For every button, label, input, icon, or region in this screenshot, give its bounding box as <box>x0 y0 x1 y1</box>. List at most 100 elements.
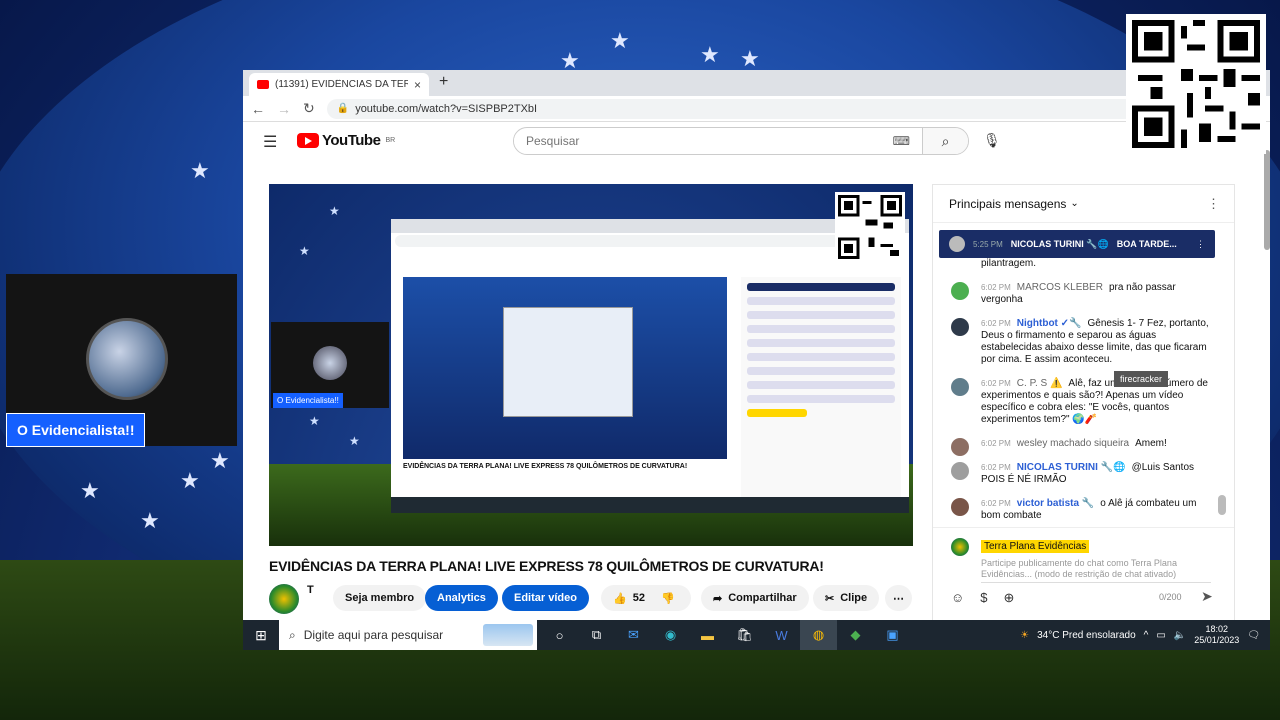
search-input[interactable] <box>514 134 881 148</box>
emoji-icon[interactable]: ☺ <box>951 590 964 606</box>
pinned-message[interactable]: 5:25 PM NICOLAS TURINI 🔧🌐 BOA TARDE... ⋮ <box>939 230 1215 258</box>
task-view-icon[interactable]: ⧉ <box>578 620 615 650</box>
youtube-header: ☰ YouTube BR ⌨ ⌕ 🎙 <box>243 122 1270 160</box>
channel-name[interactable]: T <box>307 584 314 596</box>
message-text: Amem! <box>1135 438 1167 449</box>
chrome-icon[interactable]: ◍ <box>800 620 837 650</box>
page-scrollbar[interactable] <box>1264 150 1270 250</box>
message-time: 6:02 PM <box>981 319 1011 328</box>
avatar <box>951 498 969 516</box>
edit-video-button[interactable]: Editar vídeo <box>502 585 589 611</box>
windows-start-icon[interactable]: ⊞ <box>243 627 279 644</box>
add-icon[interactable]: ⊕ <box>1004 590 1015 606</box>
message-time: 6:02 PM <box>981 283 1011 292</box>
chat-scrollbar[interactable] <box>1218 495 1226 515</box>
volume-icon[interactable]: 🔈 <box>1174 630 1186 641</box>
close-icon[interactable]: × <box>414 78 421 92</box>
message-text: pilantragem. <box>981 258 1037 269</box>
clip-button[interactable]: ✂ Clipe <box>813 585 880 611</box>
network-icon[interactable]: ▭ <box>1156 630 1165 641</box>
word-icon[interactable]: W <box>763 620 800 650</box>
store-icon[interactable]: 🛍 <box>726 620 763 650</box>
url-text: youtube.com/watch?v=SISPBP2TXbI <box>355 102 538 115</box>
youtube-logo[interactable]: YouTube BR <box>297 132 395 149</box>
forward-icon[interactable]: → <box>277 101 291 117</box>
video-title: EVIDÊNCIAS DA TERRA PLANA! LIVE EXPRESS … <box>269 558 824 574</box>
cortana-icon[interactable]: ○ <box>541 620 578 650</box>
more-actions-icon[interactable]: ⋯ <box>885 585 912 611</box>
video-player[interactable]: ★ ★ ★ ★ O Evidencialista!! EVIDÊNCIAS DA… <box>269 184 913 546</box>
kebab-menu-icon[interactable]: ⋮ <box>1196 239 1205 250</box>
analytics-button[interactable]: Analytics <box>425 585 498 611</box>
chat-input-area: Terra Plana Evidências Participe publica… <box>933 527 1234 623</box>
chat-message: 6:02 PM C. P. S ⚠️Alê, faz um ... ndo o n… <box>933 375 1223 429</box>
new-tab-button[interactable]: + <box>439 73 448 91</box>
address-bar-row: ← → ↻ 🔒 youtube.com/watch?v=SISPBP2TXbI <box>243 96 1270 122</box>
share-label: Compartilhar <box>728 592 797 604</box>
message-author[interactable]: wesley machado siqueira <box>1017 438 1129 449</box>
star-icon: ★ <box>610 28 630 53</box>
clock[interactable]: 18:02 25/01/2023 <box>1194 624 1239 646</box>
avatar <box>951 438 969 456</box>
super-chat-icon[interactable]: $ <box>980 590 987 606</box>
inner-video <box>403 277 727 459</box>
mic-icon[interactable]: 🎙 <box>983 132 1001 149</box>
scissors-icon: ✂ <box>825 592 835 605</box>
message-author[interactable]: NICOLAS TURINI 🔧🌐 <box>1017 462 1126 473</box>
reload-icon[interactable]: ↻ <box>303 100 315 117</box>
edge-icon[interactable]: ◉ <box>652 620 689 650</box>
channel-avatar[interactable] <box>269 584 299 614</box>
message-time: 6:02 PM <box>981 379 1011 388</box>
avatar <box>951 318 969 336</box>
taskbar-apps: ○ ⧉ ✉ ◉ ▬ 🛍 W ◍ ◆ ▣ <box>541 620 911 650</box>
chat-message: 6:02 PM Nightbot ✓🔧 Gênesis 1- 7 Fez, port… <box>933 315 1223 369</box>
message-author[interactable]: victor batista 🔧 <box>1017 498 1094 509</box>
chevron-up-icon[interactable]: ^ <box>1144 630 1149 641</box>
message-author[interactable]: Nightbot ✓🔧 <box>1017 318 1082 329</box>
chat-input[interactable]: Participe publicamente do chat como Terr… <box>981 558 1211 583</box>
app-icon[interactable]: ◆ <box>837 620 874 650</box>
notifications-icon[interactable]: 🗨 <box>1247 630 1260 641</box>
avatar <box>951 538 969 556</box>
star-icon: ★ <box>80 478 100 503</box>
chat-header[interactable]: Principais mensagens ⌄ ⋮ <box>933 185 1234 223</box>
message-author[interactable]: MARCOS KLEBER <box>1017 282 1103 293</box>
clip-label: Clipe <box>840 592 868 604</box>
message-author[interactable]: C. P. S ⚠️ <box>1017 378 1063 389</box>
star-icon: ★ <box>560 48 580 73</box>
tab-title: (11391) EVIDÊNCIAS DA TERRA P <box>275 79 408 90</box>
chat-message: 6:02 PM wesley machado siqueira Amem! <box>933 435 1223 456</box>
tab-youtube[interactable]: (11391) EVIDÊNCIAS DA TERRA P × <box>249 73 429 96</box>
send-icon[interactable]: ➤ <box>1201 588 1213 605</box>
clock-date: 25/01/2023 <box>1194 635 1240 645</box>
inner-chat-row <box>747 367 895 375</box>
chat-messages: pilantragem. 6:02 PM MARCOS KLEBER pra não… <box>933 258 1223 531</box>
taskbar-search[interactable]: ⌕ Digite aqui para pesquisar <box>279 620 537 650</box>
folder-icon[interactable]: ▬ <box>689 620 726 650</box>
dislike-icon[interactable]: 👎 <box>661 592 675 605</box>
tab-bar: (11391) EVIDÊNCIAS DA TERRA P × + <box>243 70 1270 96</box>
inner-chat-row <box>747 297 895 305</box>
avatar <box>949 236 965 252</box>
menu-icon[interactable]: ☰ <box>263 132 277 152</box>
join-button[interactable]: Seja membro <box>333 585 427 611</box>
weather-text[interactable]: 34°C Pred ensolarado <box>1037 630 1136 641</box>
back-icon[interactable]: ← <box>251 101 265 117</box>
share-button[interactable]: ➦ Compartilhar <box>701 585 809 611</box>
search-button[interactable]: ⌕ <box>922 128 968 154</box>
photos-icon[interactable]: ▣ <box>874 620 911 650</box>
windows-taskbar: ⊞ ⌕ Digite aqui para pesquisar ○ ⧉ ✉ ◉ ▬… <box>243 620 1270 650</box>
taskbar-search-placeholder: Digite aqui para pesquisar <box>303 628 444 642</box>
like-icon[interactable]: 👍 <box>613 592 627 605</box>
url-field[interactable]: 🔒 youtube.com/watch?v=SISPBP2TXbI <box>326 98 1167 119</box>
star-icon: ★ <box>309 414 320 428</box>
keyboard-icon[interactable]: ⌨ <box>881 134 922 148</box>
inner-chat-row <box>747 325 895 333</box>
kebab-menu-icon[interactable]: ⋮ <box>1207 196 1220 212</box>
youtube-logo-text: YouTube <box>322 132 381 149</box>
star-icon: ★ <box>299 244 310 258</box>
inner-chat-row <box>747 353 895 361</box>
message-text: Gênesis 1- 7 Fez, portanto, Deus o firma… <box>981 318 1209 365</box>
pinned-time: 5:25 PM <box>973 239 1003 249</box>
mail-icon[interactable]: ✉ <box>615 620 652 650</box>
